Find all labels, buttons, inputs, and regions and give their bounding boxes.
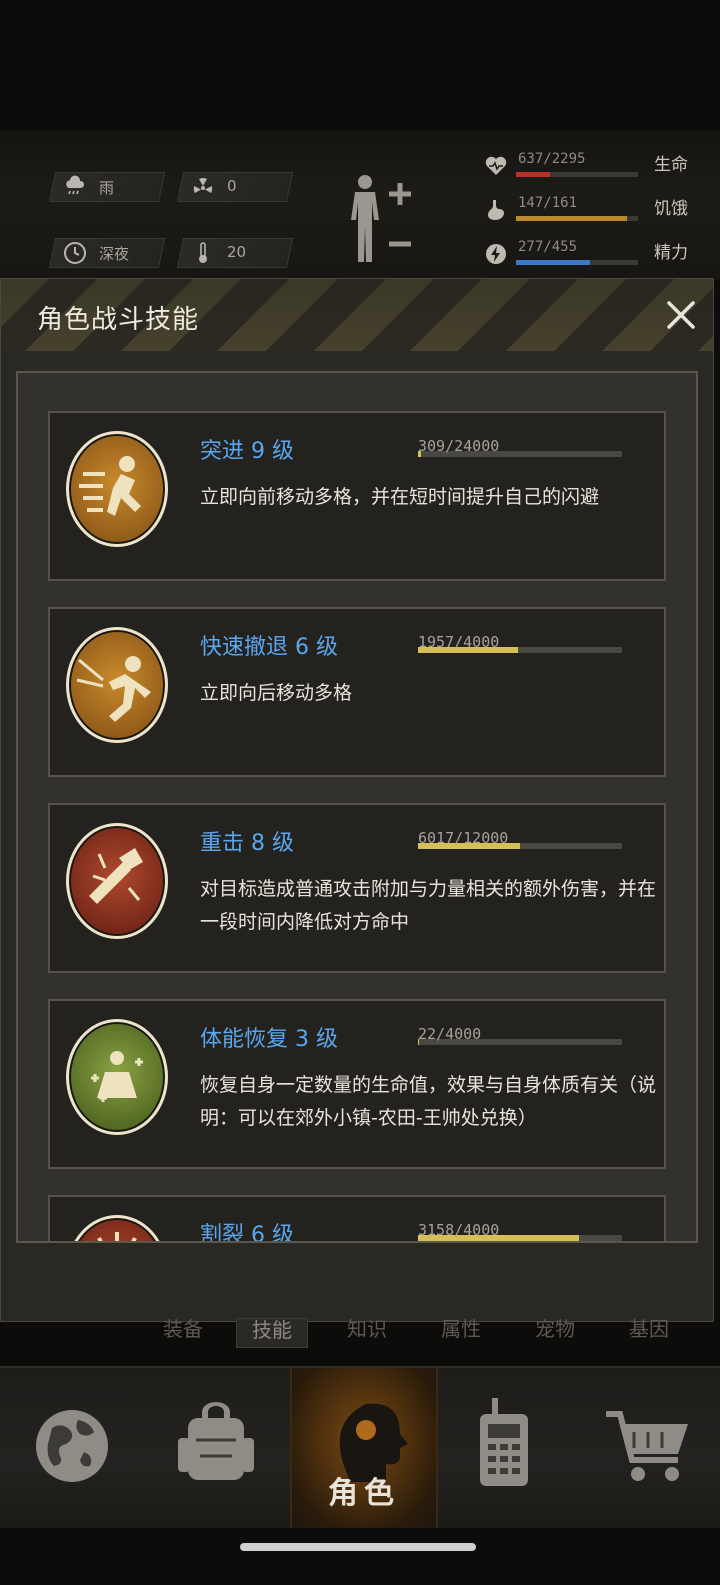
health-label: 生命 [654,155,688,175]
thermometer-icon [191,241,215,265]
energy-value: 277/455 [518,239,578,255]
skill-description: 对目标造成普通攻击附加与力量相关的额外伤害，并在一段时间内降低对方命中 [200,878,657,933]
shopping-cart-icon [606,1411,688,1481]
rend-icon [66,1215,168,1241]
hunger-stat: 147/161 饥饿 [478,194,720,228]
health-value: 637/2295 [518,151,586,167]
skill-name: 体能恢复 3 级 [200,1027,338,1052]
retreat-icon [66,627,168,743]
skill-xp-value: 3158/4000 [418,1221,500,1239]
heart-icon [484,154,508,178]
skill-xp-value: 309/24000 [418,437,500,455]
skill-xp-value: 6017/12000 [418,829,509,847]
nav-backpack-button[interactable] [144,1368,288,1528]
time-chip: 深夜 [48,238,166,268]
skill-card[interactable]: 突进 9 级 309/24000 立即向前移动多格，并在短时间提升自己的闪避 [48,411,666,581]
tab-knowledge[interactable]: 知识 [332,1318,402,1346]
energy-bar [516,260,638,265]
nav-character-button[interactable]: 角色 [290,1368,438,1528]
skill-card[interactable]: 重击 8 级 6017/12000 对目标造成普通攻击附加与力量相关的额外伤害，… [48,803,666,973]
nav-map-button[interactable] [0,1368,144,1528]
skill-name: 割裂 6 级 [200,1223,294,1243]
radiation-chip: 0 [176,172,294,202]
time-label: 深夜 [99,245,130,263]
body-status-button[interactable] [345,172,415,272]
skill-description: 立即向前移动多格，并在短时间提升自己的闪避 [200,486,600,508]
health-bar [516,172,638,177]
backpack-icon [178,1402,254,1480]
heavy-strike-icon [66,823,168,939]
skill-xp-value: 22/4000 [418,1025,482,1043]
dash-forward-icon [66,431,168,547]
hunger-value: 147/161 [518,195,578,211]
skill-card[interactable]: 体能恢复 3 级 22/4000 恢复自身一定数量的生命值，效果与自身体质有关（… [48,999,666,1169]
nav-shop-button[interactable] [576,1368,720,1528]
skill-xp-value: 1957/4000 [418,633,500,651]
temperature-chip: 20 [176,238,294,268]
energy-stat: 277/455 精力 [478,238,720,272]
skill-card[interactable]: 割裂 6 级 3158/4000 [48,1195,666,1243]
nav-radio-button[interactable] [432,1368,576,1528]
nav-character-label: 角色 [328,1476,400,1511]
radiation-icon [191,175,215,199]
character-subtabs: 装备 技能 知识 属性 宠物 基因 [130,1318,720,1358]
combat-skills-dialog: 角色战斗技能 突进 9 级 309/24000 立即向前移动多格，并在短时间提升… [0,278,714,1322]
close-icon [667,301,695,329]
energy-icon [484,242,508,266]
recovery-icon [66,1019,168,1135]
weather-chip: 雨 [48,172,166,202]
temperature-value: 20 [227,243,247,261]
tab-pets[interactable]: 宠物 [520,1318,590,1346]
health-stat: 637/2295 生命 [478,150,720,184]
skill-list[interactable]: 突进 9 级 309/24000 立即向前移动多格，并在短时间提升自己的闪避 快… [16,371,698,1243]
tab-equipment[interactable]: 装备 [148,1318,218,1346]
home-indicator[interactable] [240,1543,476,1551]
skill-description: 恢复自身一定数量的生命值，效果与自身体质有关（说明：可以在郊外小镇-农田-王帅处… [200,1074,657,1129]
weather-label: 雨 [99,179,115,197]
dialog-title: 角色战斗技能 [37,305,200,335]
globe-icon [36,1410,108,1482]
skill-card[interactable]: 快速撤退 6 级 1957/4000 立即向后移动多格 [48,607,666,777]
stomach-icon [484,198,508,222]
hunger-label: 饥饿 [654,199,688,219]
close-button[interactable] [661,297,701,337]
radiation-value: 0 [227,177,237,195]
skill-name: 突进 9 级 [200,439,294,464]
tab-attributes[interactable]: 属性 [426,1318,496,1346]
skill-name: 重击 8 级 [200,831,294,856]
skill-description: 立即向后移动多格 [200,682,353,704]
walkie-talkie-icon [480,1398,528,1486]
rain-cloud-icon [63,175,87,199]
human-body-icon [351,175,411,262]
tab-skills[interactable]: 技能 [236,1318,308,1348]
clock-icon [63,241,87,265]
tab-genes[interactable]: 基因 [614,1318,684,1346]
bottom-navigation: 角色 [0,1366,720,1528]
skill-name: 快速撤退 6 级 [200,635,338,660]
energy-label: 精力 [654,243,688,263]
hunger-bar [516,216,638,221]
